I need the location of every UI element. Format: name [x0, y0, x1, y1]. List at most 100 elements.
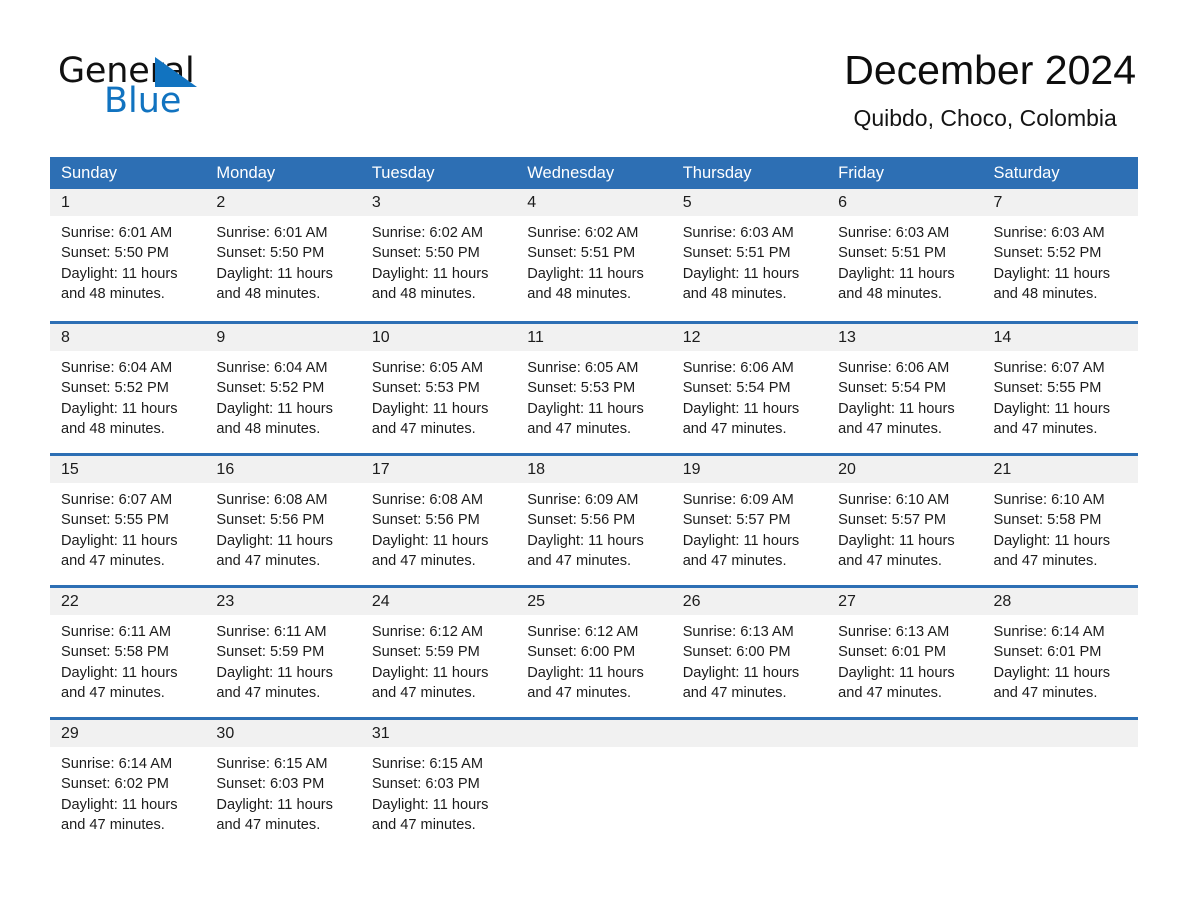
day-cell[interactable]: 22 Sunrise: 6:11 AM Sunset: 5:58 PM Dayl…	[50, 588, 206, 717]
day-number-band: 12	[671, 324, 828, 351]
sunset-text: Sunset: 5:55 PM	[993, 380, 1102, 397]
day-cell[interactable]: 4 Sunrise: 6:02 AM Sunset: 5:51 PM Dayli…	[516, 189, 672, 321]
day-number-band: 2	[205, 189, 361, 216]
day-cell[interactable]: 18 Sunrise: 6:09 AM Sunset: 5:56 PM Dayl…	[516, 456, 672, 585]
day-number: 8	[61, 329, 70, 346]
day-cell[interactable]: 5 Sunrise: 6:03 AM Sunset: 5:51 PM Dayli…	[671, 189, 828, 321]
day-cell[interactable]: 14 Sunrise: 6:07 AM Sunset: 5:55 PM Dayl…	[982, 324, 1138, 453]
day-cell[interactable]: 17 Sunrise: 6:08 AM Sunset: 5:56 PM Dayl…	[360, 456, 517, 585]
sunset-text: Sunset: 5:51 PM	[682, 245, 791, 262]
day-number: 21	[993, 461, 1012, 478]
day-number	[983, 725, 994, 742]
generalblue-logo[interactable]: General Blue	[58, 52, 358, 124]
day-cell[interactable]: 13 Sunrise: 6:06 AM Sunset: 5:54 PM Dayl…	[827, 324, 983, 453]
day-cell[interactable]: 1 Sunrise: 6:01 AM Sunset: 5:50 PM Dayli…	[50, 189, 206, 321]
day-cell[interactable]: 20 Sunrise: 6:10 AM Sunset: 5:57 PM Dayl…	[827, 456, 983, 585]
day-detail: Sunrise: 6:15 AM Sunset: 6:03 PM Dayligh…	[205, 747, 360, 835]
day-number-band: 8	[50, 324, 206, 351]
day-cell[interactable]: 31 Sunrise: 6:15 AM Sunset: 6:03 PM Dayl…	[360, 720, 517, 849]
day-detail: Sunrise: 6:01 AM Sunset: 5:50 PM Dayligh…	[50, 216, 205, 304]
sunset-text: Sunset: 6:01 PM	[993, 644, 1102, 661]
day-cell-empty	[516, 720, 672, 849]
daylight-text-line1: Daylight: 11 hours	[993, 532, 1111, 549]
day-detail: Sunrise: 6:04 AM Sunset: 5:52 PM Dayligh…	[205, 351, 360, 439]
day-cell[interactable]: 7 Sunrise: 6:03 AM Sunset: 5:52 PM Dayli…	[982, 189, 1138, 321]
daylight-text-line2: and 48 minutes.	[682, 285, 787, 302]
sunset-text: Sunset: 5:52 PM	[61, 380, 169, 397]
week-row: 8 Sunrise: 6:04 AM Sunset: 5:52 PM Dayli…	[50, 321, 1138, 453]
day-cell[interactable]: 29 Sunrise: 6:14 AM Sunset: 6:02 PM Dayl…	[50, 720, 206, 849]
sunset-text: Sunset: 5:59 PM	[371, 644, 480, 661]
sunrise-text: Sunrise: 6:04 AM	[216, 360, 328, 376]
sunrise-text: Sunrise: 6:03 AM	[993, 225, 1105, 241]
day-number-band: 10	[360, 324, 517, 351]
day-cell[interactable]: 10 Sunrise: 6:05 AM Sunset: 5:53 PM Dayl…	[360, 324, 517, 453]
day-cell[interactable]: 27 Sunrise: 6:13 AM Sunset: 6:01 PM Dayl…	[827, 588, 983, 717]
day-cell[interactable]: 15 Sunrise: 6:07 AM Sunset: 5:55 PM Dayl…	[50, 456, 206, 585]
day-cell[interactable]: 28 Sunrise: 6:14 AM Sunset: 6:01 PM Dayl…	[982, 588, 1138, 717]
daylight-text-line2: and 47 minutes.	[216, 816, 321, 833]
day-detail: Sunrise: 6:13 AM Sunset: 6:00 PM Dayligh…	[672, 615, 827, 703]
day-number: 28	[993, 593, 1012, 610]
day-cell[interactable]: 6 Sunrise: 6:03 AM Sunset: 5:51 PM Dayli…	[827, 189, 983, 321]
day-cell-empty	[671, 720, 828, 849]
day-number-band: 13	[827, 324, 983, 351]
page-header: General Blue December 2024 Quibdo, Choco…	[0, 0, 1188, 131]
day-number: 25	[527, 593, 546, 610]
day-cell[interactable]: 19 Sunrise: 6:09 AM Sunset: 5:57 PM Dayl…	[671, 456, 828, 585]
day-cell[interactable]: 23 Sunrise: 6:11 AM Sunset: 5:59 PM Dayl…	[205, 588, 361, 717]
daylight-text-line2: and 47 minutes.	[993, 552, 1098, 569]
daylight-text-line1: Daylight: 11 hours	[838, 400, 955, 417]
day-detail: Sunrise: 6:05 AM Sunset: 5:53 PM Dayligh…	[361, 351, 516, 439]
day-cell[interactable]: 11 Sunrise: 6:05 AM Sunset: 5:53 PM Dayl…	[516, 324, 672, 453]
day-cell[interactable]: 2 Sunrise: 6:01 AM Sunset: 5:50 PM Dayli…	[205, 189, 361, 321]
daylight-text-line2: and 47 minutes.	[993, 684, 1098, 701]
day-cell-empty	[827, 720, 983, 849]
day-number: 29	[61, 725, 79, 742]
sunset-text: Sunset: 5:54 PM	[682, 380, 791, 397]
daylight-text-line1: Daylight: 11 hours	[527, 265, 644, 282]
daylight-text-line1: Daylight: 11 hours	[527, 532, 644, 549]
calendar-table: Sunday Monday Tuesday Wednesday Thursday…	[50, 157, 1138, 849]
sunset-text: Sunset: 5:57 PM	[838, 512, 947, 529]
day-cell[interactable]: 25 Sunrise: 6:12 AM Sunset: 6:00 PM Dayl…	[516, 588, 672, 717]
sunrise-text: Sunrise: 6:05 AM	[371, 360, 483, 376]
sunrise-text: Sunrise: 6:09 AM	[682, 492, 794, 508]
daylight-text-line1: Daylight: 11 hours	[527, 400, 644, 417]
daylight-text-line2: and 47 minutes.	[61, 684, 165, 701]
day-cell[interactable]: 9 Sunrise: 6:04 AM Sunset: 5:52 PM Dayli…	[205, 324, 361, 453]
daylight-text-line2: and 48 minutes.	[61, 420, 165, 437]
day-detail: Sunrise: 6:09 AM Sunset: 5:56 PM Dayligh…	[516, 483, 671, 571]
day-detail: Sunrise: 6:11 AM Sunset: 5:59 PM Dayligh…	[205, 615, 360, 703]
sunset-text: Sunset: 6:02 PM	[61, 776, 169, 793]
day-cell[interactable]: 24 Sunrise: 6:12 AM Sunset: 5:59 PM Dayl…	[360, 588, 517, 717]
daylight-text-line2: and 47 minutes.	[371, 552, 476, 569]
day-cell[interactable]: 21 Sunrise: 6:10 AM Sunset: 5:58 PM Dayl…	[982, 456, 1138, 585]
day-detail: Sunrise: 6:07 AM Sunset: 5:55 PM Dayligh…	[983, 351, 1138, 439]
day-cell[interactable]: 12 Sunrise: 6:06 AM Sunset: 5:54 PM Dayl…	[671, 324, 828, 453]
sunrise-text: Sunrise: 6:05 AM	[527, 360, 639, 376]
sunset-text: Sunset: 5:52 PM	[216, 380, 325, 397]
week-row: 1 Sunrise: 6:01 AM Sunset: 5:50 PM Dayli…	[50, 189, 1138, 321]
day-detail: Sunrise: 6:03 AM Sunset: 5:51 PM Dayligh…	[827, 216, 982, 304]
day-number-band: 29	[50, 720, 206, 747]
sunset-text: Sunset: 5:56 PM	[371, 512, 480, 529]
daylight-text-line2: and 47 minutes.	[216, 684, 321, 701]
day-cell[interactable]: 8 Sunrise: 6:04 AM Sunset: 5:52 PM Dayli…	[50, 324, 206, 453]
day-cell[interactable]: 30 Sunrise: 6:15 AM Sunset: 6:03 PM Dayl…	[205, 720, 361, 849]
day-detail: Sunrise: 6:11 AM Sunset: 5:58 PM Dayligh…	[50, 615, 205, 703]
day-cell[interactable]: 26 Sunrise: 6:13 AM Sunset: 6:00 PM Dayl…	[671, 588, 828, 717]
daylight-text-line2: and 47 minutes.	[682, 420, 787, 437]
daylight-text-line1: Daylight: 11 hours	[61, 532, 178, 549]
day-number: 18	[527, 461, 546, 478]
sunset-text: Sunset: 5:50 PM	[216, 245, 325, 262]
day-cell[interactable]: 16 Sunrise: 6:08 AM Sunset: 5:56 PM Dayl…	[205, 456, 361, 585]
sunset-text: Sunset: 5:57 PM	[682, 512, 791, 529]
sunset-text: Sunset: 6:03 PM	[371, 776, 480, 793]
daylight-text-line2: and 47 minutes.	[371, 420, 476, 437]
day-number: 15	[61, 461, 79, 478]
day-number-band: 1	[50, 189, 206, 216]
daylight-text-line1: Daylight: 11 hours	[682, 532, 800, 549]
day-cell[interactable]: 3 Sunrise: 6:02 AM Sunset: 5:50 PM Dayli…	[360, 189, 517, 321]
sunrise-text: Sunrise: 6:15 AM	[371, 756, 483, 772]
